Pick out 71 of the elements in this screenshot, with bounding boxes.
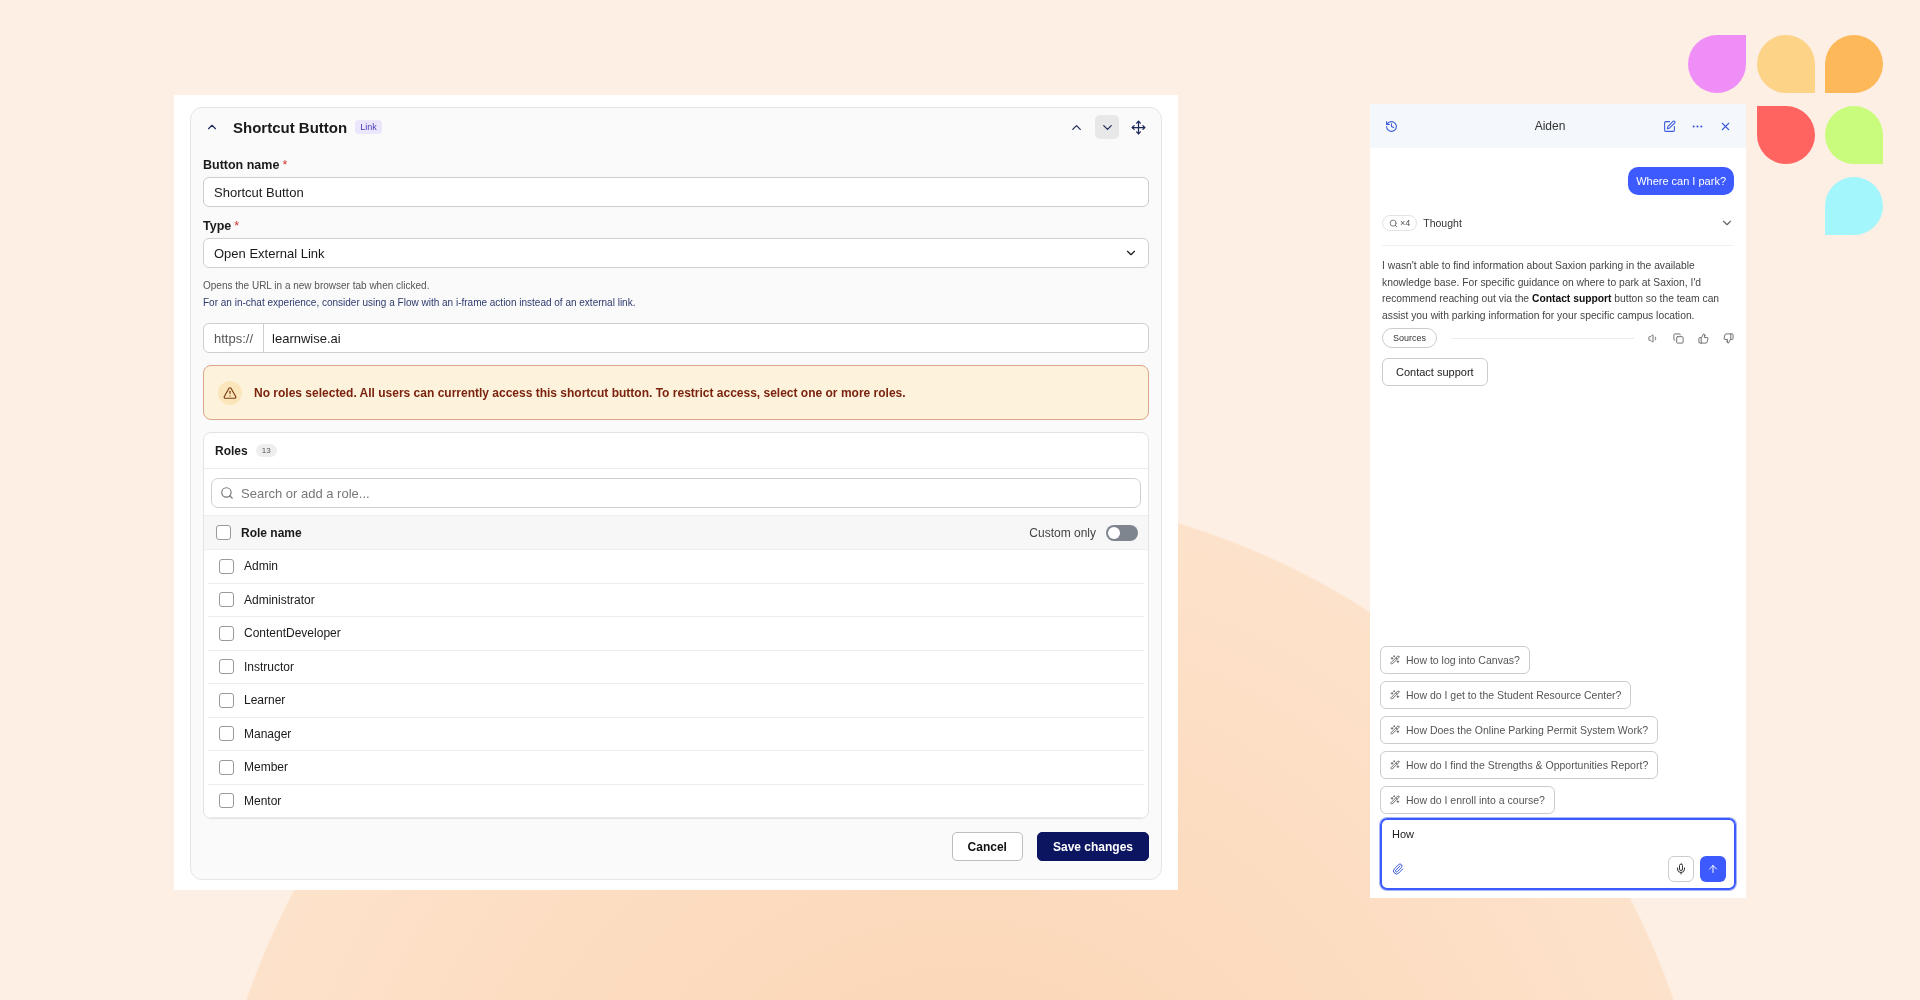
sources-button[interactable]: Sources (1382, 328, 1438, 348)
logo-petal (1688, 35, 1746, 93)
card-title: Shortcut Button (233, 118, 348, 136)
warning-icon (218, 380, 242, 405)
role-name: ContentDeveloper (244, 626, 341, 641)
role-name: Member (244, 760, 288, 775)
checkbox[interactable] (219, 759, 234, 775)
thumbs-down-icon[interactable] (1723, 332, 1734, 344)
role-name: Mentor (244, 793, 282, 808)
speaker-icon[interactable] (1648, 332, 1659, 344)
search-icon (220, 486, 234, 500)
checkbox[interactable] (219, 726, 234, 742)
contact-support-button[interactable]: Contact support (1382, 358, 1488, 386)
microphone-icon (1675, 863, 1687, 875)
checkbox[interactable] (219, 692, 234, 708)
attach-icon[interactable] (1392, 863, 1404, 875)
role-name: Instructor (244, 659, 294, 674)
roles-title: Roles (215, 443, 248, 458)
copy-icon[interactable] (1673, 332, 1684, 344)
move-icon (1130, 119, 1146, 135)
help-text: For an in-chat experience, consider using a Flow with an i-frame action instead of an external link. (203, 297, 637, 308)
toggle-switch[interactable] (1106, 524, 1138, 541)
wand-icon (1390, 725, 1400, 735)
arrow-up-icon (1707, 863, 1719, 875)
checkbox[interactable] (219, 592, 234, 608)
assistant-message: I wasn't able to find information about Saxion parking in the available knowledge base. For specific guidance on where to park at Saxion, I'd recommend reaching out via the Contact support button so the team can assist you with parking information for your specific campus location. (1382, 259, 1721, 323)
link-badge: Link (355, 120, 382, 134)
select-all-checkbox[interactable] (216, 525, 231, 540)
logo-petal (1825, 177, 1883, 235)
suggestion-chip[interactable]: How do I find the Strengths & Opportunities Report? (1380, 751, 1659, 779)
count-badge: 13 (255, 444, 277, 457)
chat-title: Aiden (1533, 119, 1567, 133)
send-button[interactable] (1700, 856, 1726, 882)
logo-petal (1825, 106, 1883, 164)
suggestion-chip[interactable]: How do I enroll into a course? (1380, 786, 1555, 814)
cancel-button[interactable]: Cancel (951, 832, 1023, 861)
wand-icon (1390, 795, 1400, 805)
text-field[interactable]: Shortcut Button (203, 177, 1149, 207)
field-label: Type * (203, 219, 241, 233)
move-down-button[interactable] (1095, 115, 1119, 139)
checkbox[interactable] (219, 659, 234, 675)
role-name: Manager (244, 726, 292, 741)
checkbox[interactable] (219, 558, 234, 574)
wand-icon (1390, 690, 1400, 700)
wand-icon (1390, 655, 1400, 665)
logo-petal (1757, 35, 1815, 93)
mic-button[interactable] (1668, 856, 1694, 882)
search-field[interactable]: Search or add a role... (211, 478, 1141, 508)
thought-label: Thought (1423, 217, 1463, 229)
message-input[interactable]: How (1392, 828, 1726, 840)
role-name: Administrator (244, 592, 315, 607)
suggestion-chip[interactable]: How Does the Online Parking Permit System Work? (1380, 716, 1658, 744)
save-button[interactable]: Save changes (1036, 832, 1149, 861)
thumbs-up-icon[interactable] (1698, 332, 1709, 344)
checkbox[interactable] (219, 625, 234, 641)
suggestion-chip[interactable]: How do I get to the Student Resource Center? (1380, 681, 1632, 709)
field-label: Button name * (203, 158, 289, 172)
column-header: Role name (241, 525, 302, 540)
user-message: Where can I park? (1628, 167, 1734, 195)
logo-petal (1757, 106, 1815, 164)
checkbox[interactable] (219, 793, 234, 809)
url-field[interactable]: https:// learnwise.ai (203, 323, 1149, 353)
role-name: Admin (244, 559, 278, 574)
help-text: Opens the URL in a new browser tab when clicked. (203, 280, 431, 291)
wand-icon (1390, 760, 1400, 770)
type-select[interactable]: Open External Link (203, 238, 1149, 268)
toggle-label: Custom only (1029, 525, 1096, 540)
logo-petal (1825, 35, 1883, 93)
warning-text: No roles selected. All users can currently access this shortcut button. To restrict access, select one or more roles. (254, 385, 906, 400)
role-name: Learner (244, 693, 286, 708)
suggestion-chip[interactable]: How to log into Canvas? (1380, 646, 1530, 674)
